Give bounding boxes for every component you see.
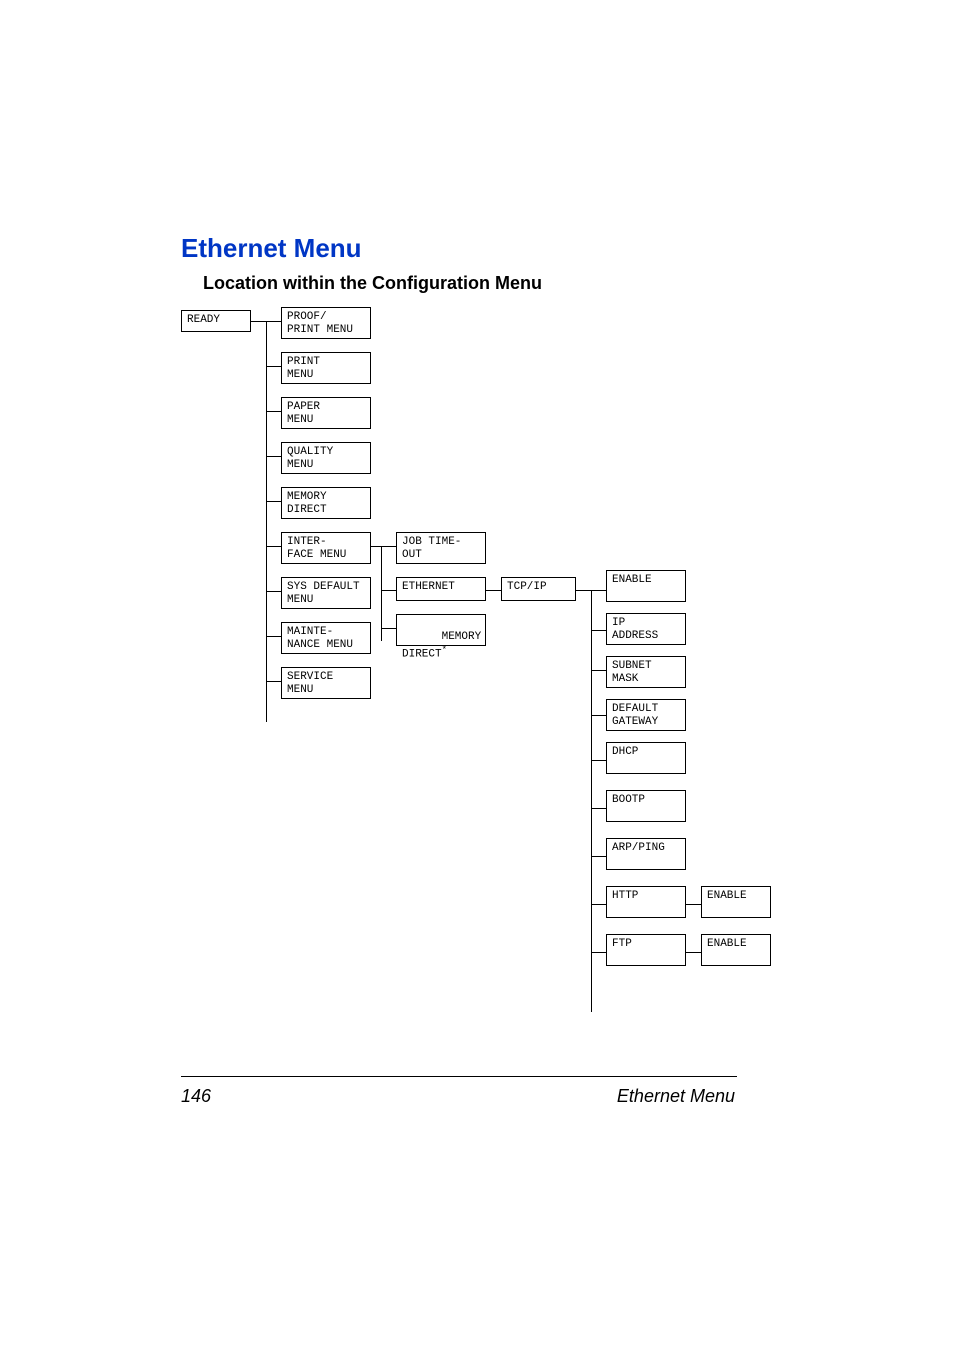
connector [381, 546, 382, 641]
node-memory-direct-if: MEMORY DIRECT* [396, 614, 486, 646]
node-quality-menu: QUALITY MENU [281, 442, 371, 474]
connector [686, 952, 701, 953]
connector [576, 590, 591, 591]
connector [591, 952, 592, 1012]
node-ready: READY [181, 310, 251, 332]
connector [266, 636, 281, 637]
connector [381, 628, 396, 629]
node-ethernet: ETHERNET [396, 577, 486, 601]
node-paper-menu: PAPER MENU [281, 397, 371, 429]
node-ip-address: IP ADDRESS [606, 613, 686, 645]
connector [266, 321, 281, 322]
node-dhcp: DHCP [606, 742, 686, 774]
node-print-menu: PRINT MENU [281, 352, 371, 384]
footer-rule [181, 1076, 737, 1077]
node-memory-direct: MEMORY DIRECT [281, 487, 371, 519]
node-http: HTTP [606, 886, 686, 918]
connector [486, 590, 501, 591]
node-tcpip: TCP/IP [501, 577, 576, 601]
node-maintenance-menu: MAINTE- NANCE MENU [281, 622, 371, 654]
node-enable: ENABLE [606, 570, 686, 602]
connector [266, 681, 281, 682]
connector [381, 590, 396, 591]
page-subtitle: Location within the Configuration Menu [203, 273, 542, 294]
node-job-timeout: JOB TIME- OUT [396, 532, 486, 564]
node-ftp: FTP [606, 934, 686, 966]
connector [591, 630, 606, 631]
node-bootp: BOOTP [606, 790, 686, 822]
connector [591, 590, 606, 591]
connector [266, 591, 281, 592]
menu-tree-diagram: READY PROOF/ PRINT MENU PRINT MENU PAPER… [181, 310, 781, 1050]
node-http-enable: ENABLE [701, 886, 771, 918]
connector [251, 321, 266, 322]
page-title: Ethernet Menu [181, 233, 362, 264]
connector [266, 411, 281, 412]
connector [591, 856, 606, 857]
connector [266, 501, 281, 502]
connector [591, 760, 606, 761]
connector [686, 904, 701, 905]
connector [591, 904, 606, 905]
node-service-menu: SERVICE MENU [281, 667, 371, 699]
node-arpping: ARP/PING [606, 838, 686, 870]
node-proof-print-menu: PROOF/ PRINT MENU [281, 307, 371, 339]
connector [591, 952, 606, 953]
node-default-gateway: DEFAULT GATEWAY [606, 699, 686, 731]
node-sys-default-menu: SYS DEFAULT MENU [281, 577, 371, 609]
connector [381, 546, 396, 547]
connector [591, 715, 606, 716]
asterisk-icon: * [442, 645, 447, 655]
node-ftp-enable: ENABLE [701, 934, 771, 966]
connector [266, 366, 281, 367]
connector [591, 808, 606, 809]
node-interface-menu: INTER- FACE MENU [281, 532, 371, 564]
connector [591, 590, 592, 989]
footer-page-number: 146 [181, 1086, 211, 1107]
connector [266, 546, 281, 547]
footer-section: Ethernet Menu [617, 1086, 735, 1107]
node-subnet-mask: SUBNET MASK [606, 656, 686, 688]
connector [266, 321, 267, 722]
connector [266, 456, 281, 457]
connector [371, 546, 381, 547]
connector [591, 670, 606, 671]
